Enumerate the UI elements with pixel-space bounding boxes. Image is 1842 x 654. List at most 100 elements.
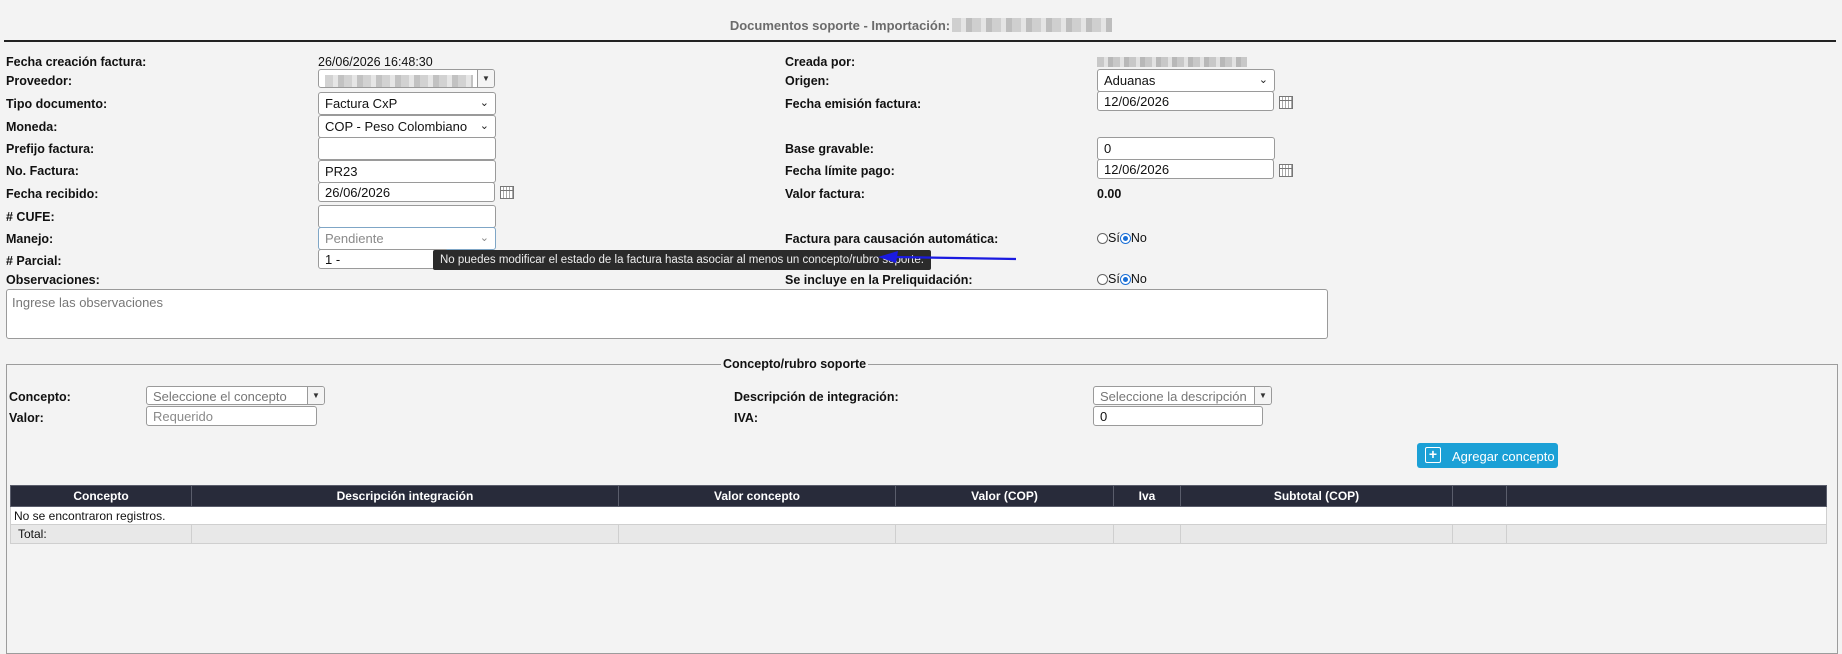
base-gravable-label: Base gravable: — [785, 142, 874, 156]
tipo-documento-label: Tipo documento: — [6, 97, 108, 111]
creada-por-label: Creada por: — [785, 55, 856, 69]
preliquidacion-radio-group: Sí No — [1097, 272, 1147, 286]
redacted-text — [325, 75, 473, 87]
fecha-creacion-label: Fecha creación factura: — [6, 55, 147, 69]
radio-label-si: Sí — [1108, 272, 1120, 286]
prefijo-label: Prefijo factura: — [6, 142, 95, 156]
tipo-documento-value: Factura CxP — [325, 96, 398, 111]
cufe-label: # CUFE: — [6, 210, 55, 224]
agregar-concepto-button[interactable]: + Agregar concepto — [1417, 443, 1558, 468]
fecha-recibido-input[interactable]: 26/06/2026 — [318, 182, 495, 202]
annotation-arrow-icon — [878, 251, 1017, 263]
concepto-combobox[interactable]: Seleccione el concepto ▼ — [146, 386, 325, 405]
preliquidacion-radio-si[interactable] — [1097, 274, 1108, 285]
manejo-select[interactable]: Pendiente ⌄ — [318, 227, 496, 250]
total-row: Total: — [10, 524, 1827, 544]
chevron-down-icon: ⌄ — [479, 232, 489, 244]
total-cell — [191, 524, 619, 544]
iva-input[interactable]: 0 — [1093, 406, 1263, 426]
calendar-icon[interactable] — [500, 186, 514, 199]
valor-label: Valor: — [9, 411, 44, 425]
valor-factura-label: Valor factura: — [785, 187, 865, 201]
concepto-label: Concepto: — [9, 390, 71, 404]
conceptos-table: Concepto Descripción integración Valor c… — [10, 485, 1827, 544]
proveedor-combobox[interactable]: ▼ — [318, 69, 495, 88]
moneda-label: Moneda: — [6, 120, 58, 134]
column-header[interactable]: Descripción integración — [191, 485, 619, 507]
tipo-documento-select[interactable]: Factura CxP ⌄ — [318, 92, 496, 115]
causacion-label: Factura para causación automática: — [785, 232, 999, 246]
moneda-select[interactable]: COP - Peso Colombiano ⌄ — [318, 115, 496, 138]
column-header[interactable]: Subtotal (COP) — [1180, 485, 1453, 507]
redacted-text — [952, 18, 1113, 32]
total-cell — [618, 524, 896, 544]
observaciones-textarea[interactable]: Ingrese las observaciones — [6, 289, 1328, 339]
column-header[interactable]: Concepto — [10, 485, 192, 507]
origen-label: Origen: — [785, 74, 830, 88]
valor-factura-value: 0.00 — [1097, 187, 1122, 201]
concepto-section-legend: Concepto/rubro soporte — [721, 357, 869, 371]
manejo-value: Pendiente — [325, 231, 384, 246]
radio-label-si: Sí — [1108, 231, 1120, 245]
radio-label-no: No — [1130, 272, 1147, 286]
header-divider — [4, 40, 1836, 42]
redacted-text — [1097, 57, 1247, 67]
descripcion-label: Descripción de integración: — [734, 390, 899, 404]
fecha-limite-label: Fecha límite pago: — [785, 164, 895, 178]
total-cell — [1113, 524, 1181, 544]
prefijo-input[interactable] — [318, 137, 496, 160]
causacion-radio-group: Sí No — [1097, 231, 1147, 245]
fecha-recibido-label: Fecha recibido: — [6, 187, 99, 201]
origen-select[interactable]: Aduanas ⌄ — [1097, 69, 1275, 92]
parcial-label: # Parcial: — [6, 254, 62, 268]
chevron-down-icon: ⌄ — [479, 97, 489, 109]
empty-message: No se encontraron registros. — [10, 506, 1827, 525]
preliquidacion-label: Se incluye en la Preliquidación: — [785, 273, 973, 287]
calendar-icon[interactable] — [1279, 96, 1293, 109]
chevron-down-icon: ⌄ — [479, 120, 489, 132]
dropdown-arrow-icon[interactable]: ▼ — [477, 70, 494, 87]
manejo-label: Manejo: — [6, 232, 54, 246]
concepto-placeholder: Seleccione el concepto — [153, 389, 287, 404]
descripcion-combobox[interactable]: Seleccione la descripción ▼ — [1093, 386, 1272, 405]
no-factura-label: No. Factura: — [6, 164, 79, 178]
moneda-value: COP - Peso Colombiano — [325, 119, 468, 134]
column-header — [1452, 485, 1507, 507]
observaciones-label: Observaciones: — [6, 273, 100, 287]
no-factura-input[interactable]: PR23 — [318, 160, 496, 183]
dropdown-arrow-icon[interactable]: ▼ — [1254, 387, 1271, 404]
total-cell — [895, 524, 1114, 544]
iva-label: IVA: — [734, 411, 759, 425]
fecha-creacion-value: 26/06/2026 16:48:30 — [318, 55, 433, 69]
page-title: Documentos soporte - Importación: — [0, 18, 1842, 33]
total-cell — [1452, 524, 1507, 544]
proveedor-label: Proveedor: — [6, 74, 72, 88]
agregar-concepto-label: Agregar concepto — [1452, 449, 1555, 464]
fecha-limite-input[interactable]: 12/06/2026 — [1097, 159, 1274, 179]
base-gravable-input[interactable]: 0 — [1097, 137, 1275, 160]
dropdown-arrow-icon[interactable]: ▼ — [307, 387, 324, 404]
plus-icon: + — [1425, 447, 1441, 463]
descripcion-placeholder: Seleccione la descripción — [1100, 389, 1247, 404]
causacion-radio-si[interactable] — [1097, 233, 1108, 244]
tooltip: No puedes modificar el estado de la fact… — [433, 250, 931, 270]
column-header[interactable]: Valor concepto — [618, 485, 896, 507]
parcial-input[interactable]: 1 - — [318, 249, 448, 269]
total-label: Total: — [10, 524, 192, 544]
table-row: No se encontraron registros. — [10, 506, 1827, 525]
cufe-input[interactable] — [318, 205, 496, 228]
column-header — [1506, 485, 1827, 507]
chevron-down-icon: ⌄ — [1258, 74, 1268, 86]
origen-value: Aduanas — [1104, 73, 1156, 88]
column-header[interactable]: Iva — [1113, 485, 1181, 507]
radio-label-no: No — [1130, 231, 1147, 245]
fecha-emision-input[interactable]: 12/06/2026 — [1097, 91, 1274, 111]
total-cell — [1506, 524, 1827, 544]
column-header[interactable]: Valor (COP) — [895, 485, 1114, 507]
preliquidacion-radio-no[interactable] — [1119, 274, 1131, 285]
causacion-radio-no[interactable] — [1119, 233, 1131, 244]
fecha-emision-label: Fecha emisión factura: — [785, 97, 922, 111]
total-cell — [1180, 524, 1453, 544]
valor-input[interactable]: Requerido — [146, 406, 317, 426]
calendar-icon[interactable] — [1279, 164, 1293, 177]
